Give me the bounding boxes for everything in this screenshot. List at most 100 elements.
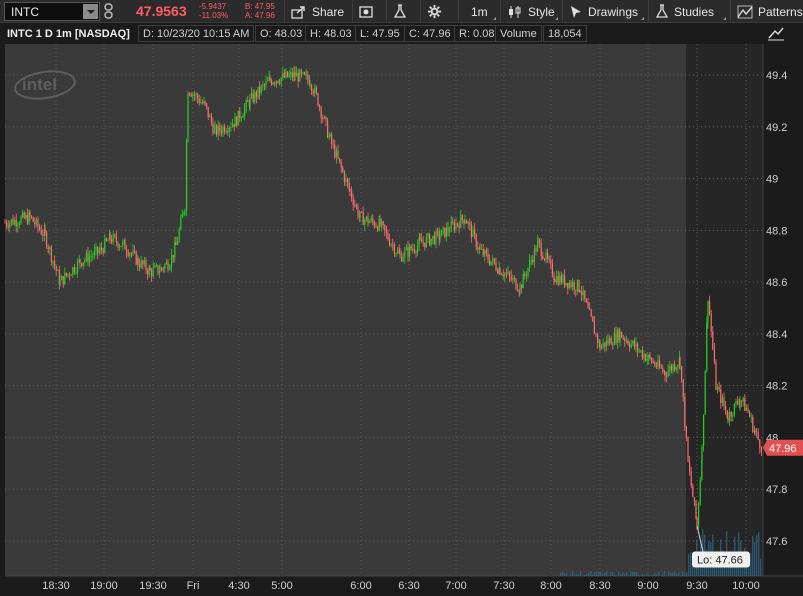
candle-body bbox=[547, 252, 549, 260]
candle-body bbox=[725, 405, 727, 411]
price-chart[interactable]: intel 47.647.84848.248.448.648.84949.249… bbox=[0, 44, 803, 596]
candle-body bbox=[689, 461, 691, 472]
candle-body bbox=[39, 227, 41, 230]
candle-body bbox=[437, 230, 439, 232]
candle-body bbox=[183, 212, 185, 215]
candle-body bbox=[399, 253, 401, 255]
symbol-input[interactable]: INTC bbox=[4, 2, 100, 21]
candle-body bbox=[312, 90, 314, 94]
settings-panel-button[interactable] bbox=[352, 0, 384, 23]
candle-body bbox=[34, 221, 36, 225]
bid-price: B: 47.95 bbox=[245, 2, 275, 11]
y-tick-label: 47.8 bbox=[766, 484, 787, 496]
candle-body bbox=[320, 107, 322, 118]
candle-body bbox=[325, 116, 327, 121]
volume-bar bbox=[652, 574, 654, 576]
candle-body bbox=[9, 222, 11, 228]
candle-body bbox=[283, 73, 285, 78]
candle-body bbox=[382, 221, 384, 225]
candle-body bbox=[727, 417, 729, 421]
candle-body bbox=[717, 387, 719, 390]
candle-body bbox=[578, 280, 580, 291]
candle-body bbox=[375, 226, 377, 228]
candle-body bbox=[275, 80, 277, 84]
candle-body bbox=[10, 219, 12, 223]
patterns-label: Patterns bbox=[758, 4, 803, 19]
candle-body bbox=[167, 262, 169, 270]
candle-body bbox=[646, 358, 648, 361]
candle-body bbox=[227, 131, 229, 133]
candle-body bbox=[4, 222, 6, 224]
candle-body bbox=[460, 215, 462, 228]
link-icon[interactable] bbox=[104, 3, 116, 19]
candle-body bbox=[419, 238, 421, 240]
aggregation-button[interactable]: 1m bbox=[458, 0, 498, 23]
candle-body bbox=[415, 251, 417, 253]
candle-body bbox=[645, 354, 647, 361]
symbol-dropdown-button[interactable] bbox=[83, 4, 98, 19]
candle-body bbox=[613, 332, 615, 345]
candle-body bbox=[612, 344, 614, 346]
candle-body bbox=[407, 247, 409, 257]
chart-settings-button[interactable] bbox=[420, 0, 456, 23]
candle-body bbox=[279, 82, 281, 84]
style-button[interactable]: Style bbox=[500, 0, 560, 23]
patterns-icon bbox=[737, 5, 753, 18]
candles-icon bbox=[509, 5, 521, 18]
chart-style-icon[interactable] bbox=[766, 24, 786, 42]
candle-body bbox=[387, 232, 389, 240]
candle-body bbox=[621, 331, 623, 338]
studies-lab-button[interactable] bbox=[386, 0, 418, 23]
share-button[interactable]: Share bbox=[284, 0, 350, 23]
candle-body bbox=[81, 263, 83, 266]
candle-body bbox=[445, 227, 447, 238]
volume-bar bbox=[754, 541, 756, 576]
candle-body bbox=[159, 267, 161, 272]
candle-body bbox=[479, 248, 481, 250]
candle-body bbox=[335, 150, 337, 158]
panel-icon bbox=[359, 5, 373, 18]
candle-body bbox=[345, 178, 347, 182]
candle-body bbox=[698, 504, 700, 526]
candle-body bbox=[232, 124, 234, 128]
candle-body bbox=[430, 238, 432, 246]
patterns-button[interactable]: Patterns bbox=[730, 0, 803, 23]
x-tick-label: 7:00 bbox=[445, 580, 466, 592]
candle-body bbox=[497, 269, 499, 274]
candle-body bbox=[114, 234, 116, 237]
candle-body bbox=[6, 222, 8, 226]
candle-body bbox=[40, 229, 42, 235]
volume-bar bbox=[648, 574, 650, 576]
candle-body bbox=[18, 223, 20, 225]
x-axis: 18:30 19:00 19:30 Fri 4:30 5:00 6:00 6:30 7:00 7:… bbox=[42, 580, 760, 592]
candle-body bbox=[99, 247, 101, 251]
candle-body bbox=[710, 313, 712, 332]
chart-header: INTC 1 D 1m [NASDAQ] D: 10/23/20 10:15 A… bbox=[0, 24, 803, 43]
candle-body bbox=[515, 278, 517, 290]
candle-body bbox=[435, 230, 437, 244]
candle-body bbox=[475, 234, 477, 248]
candle-body bbox=[130, 253, 132, 255]
bar-range: R: 0.08 bbox=[454, 25, 500, 42]
candle-body bbox=[214, 125, 216, 129]
candle-body bbox=[339, 158, 341, 162]
candle-body bbox=[455, 223, 457, 230]
candle-body bbox=[747, 408, 749, 412]
candle-body bbox=[537, 239, 539, 241]
candle-body bbox=[90, 256, 92, 258]
drawings-button[interactable]: Drawings bbox=[562, 0, 646, 23]
bar-open: O: 48.03 bbox=[255, 25, 308, 42]
candle-body bbox=[458, 224, 460, 228]
candle-body bbox=[240, 117, 242, 119]
candle-body bbox=[287, 71, 289, 77]
candle-body bbox=[367, 216, 369, 224]
candle-body bbox=[405, 247, 407, 251]
candle-body bbox=[161, 267, 163, 269]
studies-button[interactable]: Studies bbox=[648, 0, 728, 23]
candle-body bbox=[290, 72, 292, 75]
candle-body bbox=[274, 82, 276, 84]
candle-body bbox=[729, 412, 731, 421]
candle-body bbox=[539, 239, 541, 244]
candle-body bbox=[504, 273, 506, 277]
candle-body bbox=[554, 280, 556, 282]
